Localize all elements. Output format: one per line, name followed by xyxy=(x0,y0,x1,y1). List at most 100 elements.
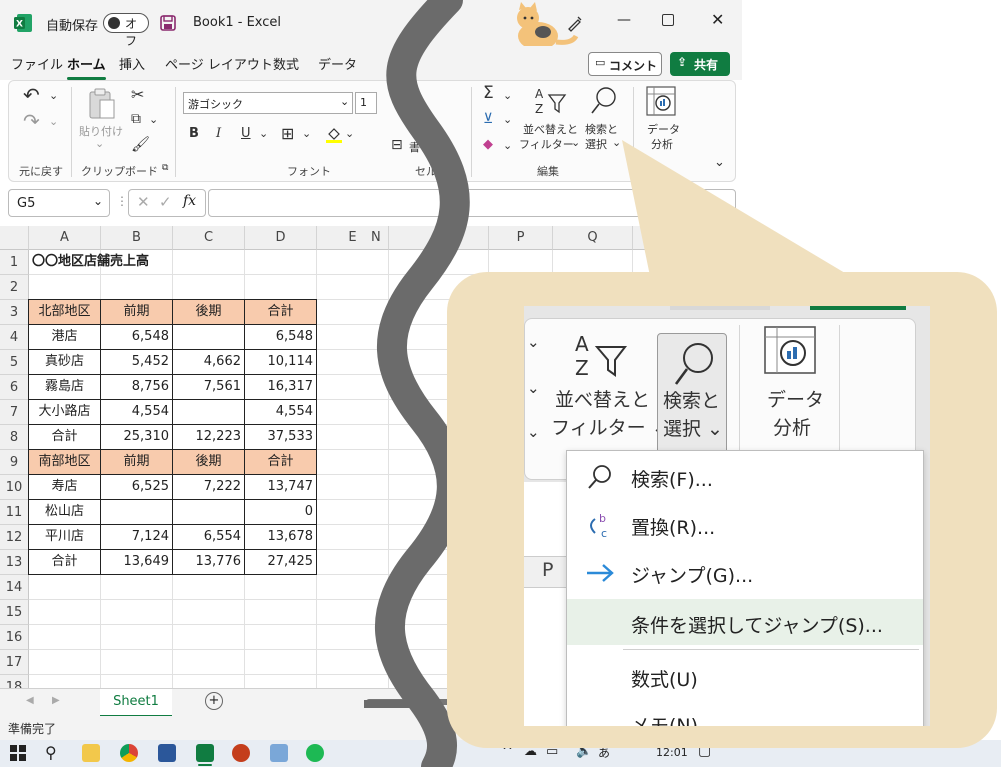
autosave-toggle[interactable]: オフ xyxy=(103,13,149,48)
table-cell[interactable] xyxy=(100,499,173,525)
table-cell[interactable]: 27,425 xyxy=(244,549,317,575)
save-icon[interactable] xyxy=(160,15,176,31)
search-icon[interactable]: ⚲ xyxy=(45,743,57,762)
sort-filter-label-1[interactable]: 並べ替えと xyxy=(523,121,578,137)
row-header[interactable]: 17 xyxy=(0,650,29,675)
table-header-cell[interactable]: 後期 xyxy=(172,299,245,325)
name-box[interactable]: G5 ⌄ xyxy=(8,189,110,217)
zoom-data-analysis-label-1[interactable]: データ xyxy=(767,385,824,412)
confirm-icon[interactable]: ✓ xyxy=(159,193,172,211)
cut-icon[interactable]: ✂ xyxy=(131,85,144,104)
tab-formulas[interactable]: 数式 xyxy=(273,54,299,73)
find-select-label-1[interactable]: 検索と xyxy=(585,121,618,137)
fill-color-icon[interactable] xyxy=(325,125,343,143)
zoom-sort-label-1[interactable]: 並べ替えと xyxy=(555,385,650,412)
sort-filter-dropdown-icon[interactable]: ⌄ xyxy=(571,136,580,149)
select-all-corner[interactable] xyxy=(0,226,29,250)
underline-button[interactable]: U xyxy=(241,126,251,141)
underline-dropdown-icon[interactable]: ⌄ xyxy=(259,127,268,140)
table-header-cell[interactable]: 南部地区 xyxy=(28,449,101,475)
minimize-icon[interactable]: — xyxy=(617,12,631,28)
row-header[interactable]: 15 xyxy=(0,600,29,625)
paste-icon[interactable] xyxy=(87,87,117,121)
close-icon[interactable]: ✕ xyxy=(711,10,724,29)
tab-page-layout[interactable]: ページ レイアウト xyxy=(165,54,273,73)
row-header[interactable]: 18 xyxy=(0,675,29,688)
row-header[interactable]: 1 xyxy=(0,250,29,275)
table-cell[interactable] xyxy=(172,324,245,350)
row-header[interactable]: 8 xyxy=(0,425,29,450)
table-header-cell[interactable]: 後期 xyxy=(172,449,245,475)
table-cell[interactable] xyxy=(172,399,245,425)
table-cell[interactable]: 真砂店 xyxy=(28,349,101,375)
file-explorer-icon[interactable] xyxy=(82,744,100,762)
table-header-cell[interactable]: 合計 xyxy=(244,449,317,475)
table-cell[interactable]: 6,548 xyxy=(244,324,317,350)
table-cell[interactable]: 寿店 xyxy=(28,474,101,500)
table-cell[interactable]: 13,747 xyxy=(244,474,317,500)
table-cell[interactable]: 7,124 xyxy=(100,524,173,550)
scroll-right-icon[interactable]: ▶ xyxy=(52,695,60,706)
copy-icon[interactable]: ⧉ xyxy=(131,111,141,127)
zoom-data-analysis-label-2[interactable]: 分析 xyxy=(773,413,811,440)
sort-filter-icon[interactable]: A Z xyxy=(533,85,567,117)
table-cell[interactable]: 8,756 xyxy=(100,374,173,400)
paste-dropdown-icon[interactable]: ⌄ xyxy=(95,137,104,150)
find-select-icon[interactable] xyxy=(589,85,619,117)
chrome-icon[interactable] xyxy=(120,744,138,762)
table-cell[interactable]: 6,548 xyxy=(100,324,173,350)
fill-color-dropdown-icon[interactable]: ⌄ xyxy=(345,127,354,140)
restore-icon[interactable] xyxy=(662,14,674,26)
sort-filter-label-2[interactable]: フィルター xyxy=(519,136,574,152)
menu-item-goto-special[interactable]: 条件を選択してジャンプ(S)... xyxy=(567,599,923,645)
table-cell[interactable]: 16,317 xyxy=(244,374,317,400)
bold-button[interactable]: B xyxy=(189,126,199,141)
menu-item-formulas[interactable]: 数式(U) xyxy=(567,653,923,699)
pen-icon[interactable] xyxy=(566,14,584,32)
word-icon[interactable] xyxy=(158,744,176,762)
undo-icon[interactable]: ↶ xyxy=(23,83,40,107)
undo-dropdown-icon[interactable]: ⌄ xyxy=(49,89,58,102)
borders-dropdown-icon[interactable]: ⌄ xyxy=(302,127,311,140)
find-select-button[interactable]: 検索と 選択 ⌄ xyxy=(657,333,727,461)
scroll-left-icon[interactable]: ◀ xyxy=(26,695,34,706)
table-cell[interactable]: 松山店 xyxy=(28,499,101,525)
table-cell[interactable]: 5,452 xyxy=(100,349,173,375)
table-cell[interactable]: 平川店 xyxy=(28,524,101,550)
table-cell[interactable]: 4,662 xyxy=(172,349,245,375)
table-cell[interactable]: 合計 xyxy=(28,549,101,575)
autosum-dropdown-icon[interactable]: ⌄ xyxy=(503,89,512,102)
row-header[interactable]: 4 xyxy=(0,325,29,350)
clipboard-launcher-icon[interactable]: ⧉ xyxy=(162,163,168,173)
row-header[interactable]: 16 xyxy=(0,625,29,650)
table-cell[interactable]: 7,222 xyxy=(172,474,245,500)
table-cell[interactable]: 合計 xyxy=(28,424,101,450)
row-header[interactable]: 3 xyxy=(0,300,29,325)
tab-insert[interactable]: 挿入 xyxy=(119,54,145,73)
fill-dropdown-icon[interactable]: ⌄ xyxy=(503,113,512,126)
add-sheet-icon[interactable]: + xyxy=(205,692,223,710)
table-cell[interactable]: 霧島店 xyxy=(28,374,101,400)
table-cell[interactable]: 大小路店 xyxy=(28,399,101,425)
table-cell[interactable]: 12,223 xyxy=(172,424,245,450)
table-cell[interactable]: 0 xyxy=(244,499,317,525)
table-cell[interactable]: 13,776 xyxy=(172,549,245,575)
table-cell[interactable]: 13,649 xyxy=(100,549,173,575)
table-cell[interactable]: 37,533 xyxy=(244,424,317,450)
table-cell[interactable]: 4,554 xyxy=(100,399,173,425)
data-analysis-label-1[interactable]: データ xyxy=(647,121,680,137)
row-header[interactable]: 10 xyxy=(0,475,29,500)
sheet-title-cell[interactable]: 〇〇地区店舗売上高 xyxy=(29,250,229,275)
column-header[interactable]: C xyxy=(173,226,245,250)
column-header[interactable]: A xyxy=(29,226,101,250)
windows-start-icon[interactable] xyxy=(10,745,26,761)
borders-icon[interactable]: ⊞ xyxy=(281,124,294,143)
table-cell[interactable]: 13,678 xyxy=(244,524,317,550)
table-cell[interactable]: 6,554 xyxy=(172,524,245,550)
row-header[interactable]: 6 xyxy=(0,375,29,400)
tab-file[interactable]: ファイル xyxy=(11,54,63,73)
row-header[interactable]: 13 xyxy=(0,550,29,575)
column-header[interactable]: B xyxy=(101,226,173,250)
table-cell[interactable]: 25,310 xyxy=(100,424,173,450)
insert-function-icon[interactable]: fx xyxy=(183,193,196,209)
